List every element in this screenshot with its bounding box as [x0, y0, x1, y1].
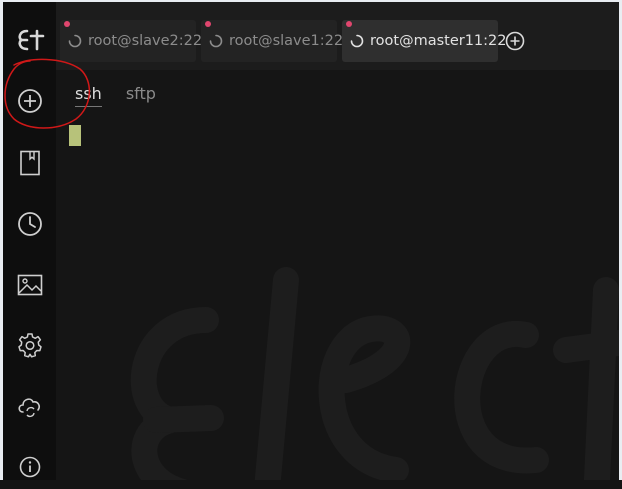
status-dot — [64, 21, 70, 27]
background-image-button[interactable] — [3, 263, 56, 307]
info-icon — [19, 456, 40, 478]
loading-spinner-icon — [68, 34, 82, 48]
loading-spinner-icon — [350, 34, 364, 48]
tab-ssh[interactable]: ssh — [75, 84, 102, 107]
settings-button[interactable] — [3, 323, 56, 367]
session-subtabs: ssh sftp — [75, 84, 156, 107]
session-tab-slave1[interactable]: root@slave1:22 — [201, 20, 343, 62]
terminal-panel: ssh sftp — [56, 70, 619, 480]
plus-circle-icon — [17, 89, 42, 113]
terminal-cursor[interactable] — [69, 125, 81, 146]
tab-label: root@slave2:22 — [88, 33, 203, 49]
loading-spinner-icon — [209, 34, 223, 48]
tab-label: root@slave1:22 — [229, 33, 344, 49]
bookmark-icon — [19, 150, 40, 176]
clock-icon — [17, 212, 42, 236]
status-dot — [346, 21, 352, 27]
logo-icon — [17, 29, 44, 51]
status-dot — [205, 21, 211, 27]
new-bookmark-button[interactable] — [3, 79, 56, 123]
cloud-sync-button[interactable] — [3, 384, 56, 428]
add-tab-icon[interactable] — [504, 30, 526, 52]
session-tab-master11[interactable]: root@master11:22 — [342, 20, 507, 62]
sidebar — [3, 2, 56, 480]
electerm-watermark — [130, 267, 619, 480]
session-tab-slave2[interactable]: root@slave2:22 — [60, 20, 202, 62]
tab-label: root@master11:22 — [370, 33, 507, 49]
tab-sftp[interactable]: sftp — [126, 84, 156, 107]
image-icon — [17, 274, 42, 296]
about-button[interactable] — [3, 445, 56, 489]
history-button[interactable] — [3, 202, 56, 246]
cloud-sync-icon — [17, 398, 40, 418]
gear-icon — [17, 333, 42, 358]
app-logo — [3, 20, 56, 60]
session-tab-bar: root@slave2:22 root@slave1:22 root@maste… — [56, 2, 619, 70]
bookmarks-button[interactable] — [3, 141, 56, 185]
